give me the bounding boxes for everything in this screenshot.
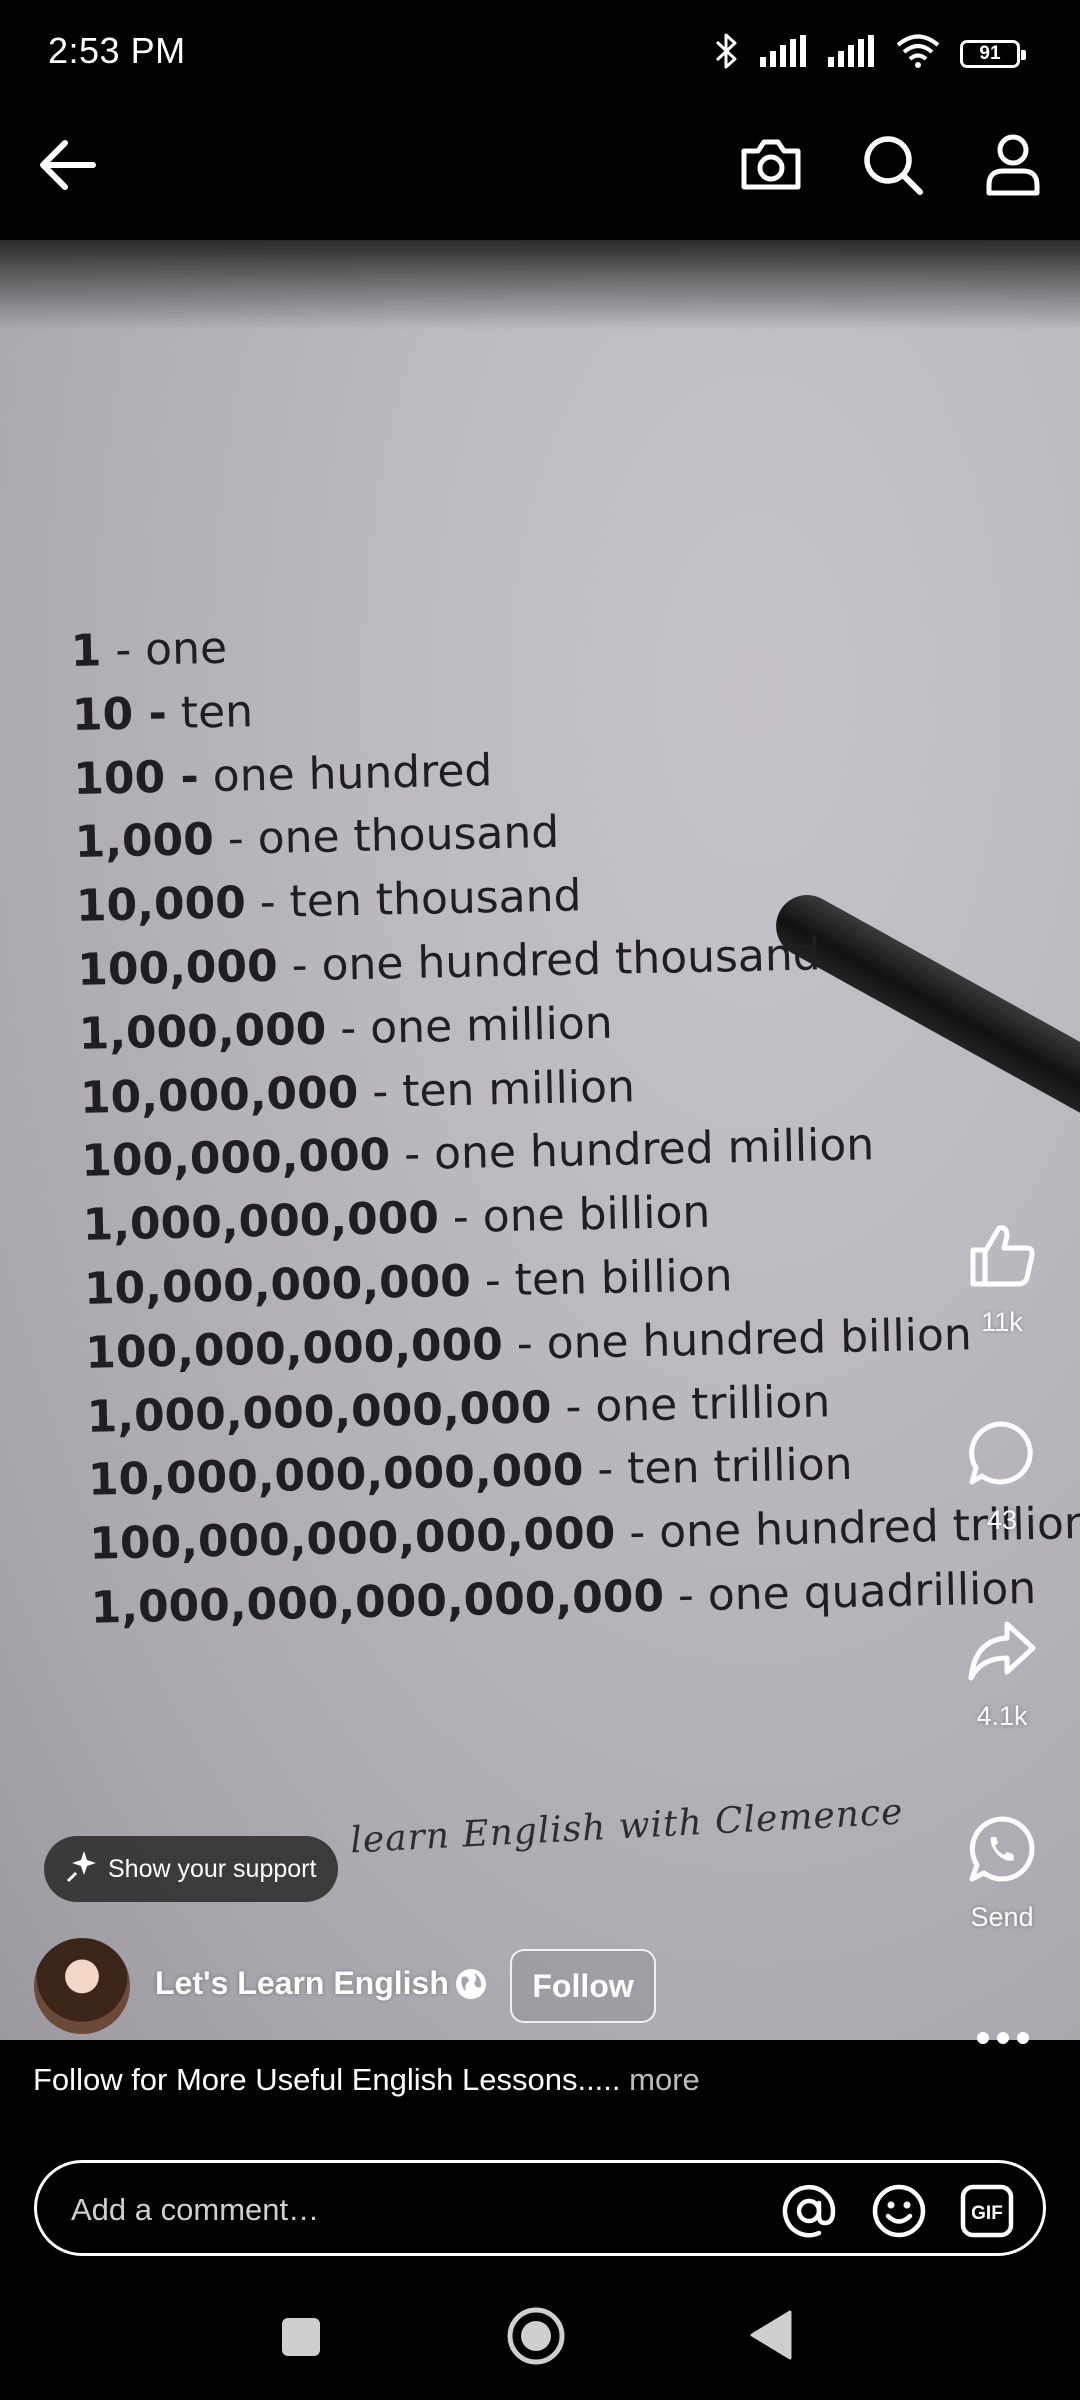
caption-text: Follow for More Useful English Lessons..… bbox=[33, 2062, 630, 2097]
number-word: - ten million bbox=[357, 1060, 636, 1118]
signal-icon bbox=[828, 35, 876, 72]
send-label: Send bbox=[970, 1902, 1034, 1932]
video-player[interactable]: 1 - one 10 - ten 100 - one hundred 1,000 - … bbox=[0, 240, 1080, 2040]
number-word: - ten thousand bbox=[245, 870, 582, 929]
number-word: one hundred bbox=[198, 744, 493, 802]
whatsapp-icon bbox=[968, 1815, 1036, 1888]
number-word: - one million bbox=[325, 997, 614, 1055]
status-time: 2:53 PM bbox=[48, 30, 186, 71]
author-avatar[interactable] bbox=[34, 1938, 130, 2034]
show-support-button[interactable]: Show your support bbox=[44, 1836, 339, 1902]
numeral: 10,000,000,000,000 bbox=[87, 1444, 584, 1507]
number-word: - one hundred billion bbox=[502, 1309, 973, 1370]
like-button[interactable]: 11k bbox=[962, 1222, 1042, 1338]
numeral: 100,000,000,000 bbox=[84, 1318, 504, 1379]
numeral: 100,000,000,000,000 bbox=[88, 1507, 616, 1570]
numeral: 1,000,000,000 bbox=[82, 1192, 440, 1252]
battery-icon: 91 bbox=[960, 39, 1026, 68]
number-word: ten bbox=[166, 685, 254, 739]
number-word: - one bbox=[100, 622, 228, 677]
number-word: - one quadrillion bbox=[663, 1562, 1037, 1622]
number-word: - one hundred million bbox=[389, 1119, 875, 1181]
comment-count: 43 bbox=[986, 1505, 1018, 1535]
comment-bubble-icon bbox=[968, 1420, 1036, 1491]
signal-icon bbox=[760, 35, 808, 72]
comment-placeholder: Add a comment… bbox=[71, 2192, 320, 2227]
gif-icon[interactable]: GIF bbox=[959, 2183, 1015, 2239]
numeral: 10,000 bbox=[75, 877, 247, 933]
share-button[interactable]: 4.1k bbox=[962, 1620, 1042, 1732]
author-name[interactable]: Let's Learn English bbox=[155, 1965, 449, 2002]
share-arrow-icon bbox=[967, 1620, 1037, 1687]
number-word: - one trillion bbox=[550, 1375, 831, 1433]
status-icons: 91 bbox=[714, 32, 1026, 75]
number-word: - one hundred thousand bbox=[277, 929, 822, 992]
follow-button[interactable]: Follow bbox=[510, 1949, 656, 2023]
back-arrow-icon[interactable] bbox=[32, 130, 102, 200]
comment-input[interactable]: Add a comment… GIF bbox=[34, 2160, 1046, 2256]
sparkle-icon bbox=[64, 1849, 98, 1890]
number-word: - one thousand bbox=[213, 807, 560, 866]
thumbs-up-icon bbox=[967, 1222, 1037, 1293]
number-word: - one billion bbox=[438, 1186, 711, 1244]
numeral: 1,000 bbox=[74, 814, 215, 869]
numeral: 10,000,000,000 bbox=[83, 1255, 472, 1315]
number-word: - ten trillion bbox=[582, 1439, 853, 1496]
numeral: 1,000,000 bbox=[78, 1003, 327, 1060]
numeral: 1,000,000,000,000 bbox=[86, 1381, 552, 1443]
bluetooth-icon bbox=[714, 32, 740, 75]
caption[interactable]: Follow for More Useful English Lessons..… bbox=[33, 2062, 700, 2098]
back-triangle-icon[interactable] bbox=[748, 2310, 792, 2365]
more-options-icon[interactable] bbox=[976, 2030, 1030, 2051]
number-word: - ten billion bbox=[470, 1250, 734, 1307]
numeral: 100,000,000 bbox=[80, 1129, 391, 1188]
share-count: 4.1k bbox=[976, 1701, 1028, 1731]
wifi-icon bbox=[896, 34, 940, 73]
numeral: 100 - bbox=[72, 750, 200, 805]
mention-icon[interactable] bbox=[781, 2183, 837, 2239]
search-icon[interactable] bbox=[858, 130, 928, 200]
number-list: 1 - one 10 - ten 100 - one hundred 1,000 - … bbox=[70, 599, 1080, 1640]
numeral: 10,000,000 bbox=[79, 1066, 359, 1124]
battery-level: 91 bbox=[979, 42, 1001, 64]
home-circle-icon[interactable] bbox=[505, 2305, 567, 2372]
camera-icon[interactable] bbox=[736, 130, 806, 200]
numeral: 10 - bbox=[71, 687, 168, 741]
comment-button[interactable]: 43 bbox=[962, 1420, 1042, 1536]
show-support-label: Show your support bbox=[108, 1854, 317, 1883]
whatsapp-send-button[interactable]: Send bbox=[962, 1815, 1042, 1933]
numeral: 1,000,000,000,000,000 bbox=[90, 1570, 665, 1634]
numeral: 100,000 bbox=[76, 940, 279, 996]
recents-square-icon[interactable] bbox=[280, 2316, 322, 2363]
caption-more-link[interactable]: more bbox=[629, 2062, 700, 2097]
emoji-icon[interactable] bbox=[871, 2183, 927, 2239]
numeral: 1 bbox=[70, 625, 102, 677]
profile-icon[interactable] bbox=[978, 130, 1048, 200]
svg-text:GIF: GIF bbox=[971, 2203, 1003, 2224]
like-count: 11k bbox=[981, 1307, 1023, 1337]
globe-icon bbox=[454, 1967, 488, 2006]
